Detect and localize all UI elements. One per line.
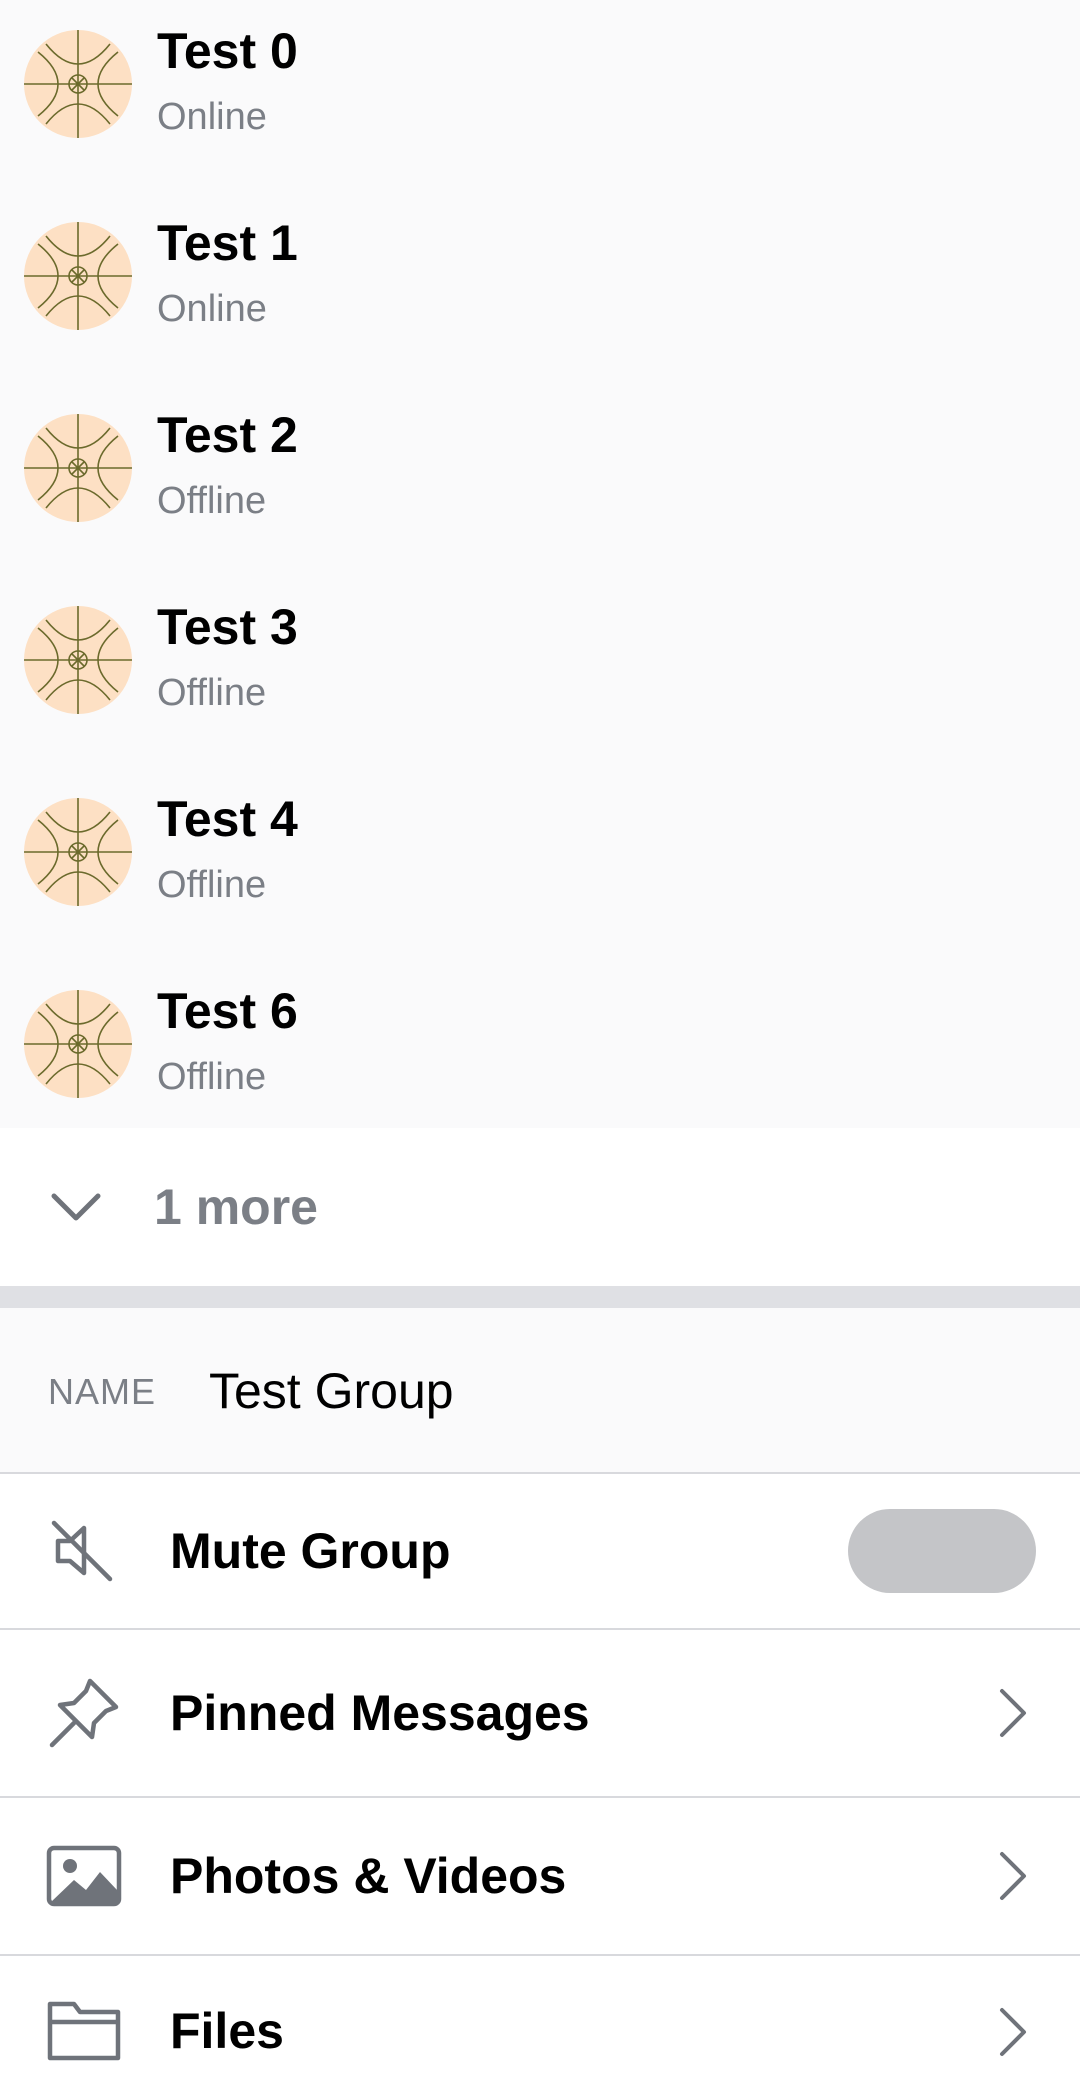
mute-group-label: Mute Group <box>170 1523 451 1579</box>
member-status: Offline <box>157 672 267 714</box>
member-name: Test 0 <box>157 23 298 79</box>
files-row[interactable]: Files <box>0 1956 1080 2100</box>
member-status: Online <box>157 96 267 138</box>
member-row[interactable]: Test 0 Online <box>0 0 1080 192</box>
member-name: Test 2 <box>157 407 298 463</box>
member-list: Test 0 Online Test 1 Online Test 2 Offli… <box>0 0 1080 1128</box>
member-name: Test 4 <box>157 791 298 847</box>
avatar-pattern-icon <box>24 414 132 522</box>
avatar-pattern-icon <box>24 30 132 138</box>
member-name: Test 1 <box>157 215 298 271</box>
member-status: Offline <box>157 1056 267 1098</box>
group-name-value: Test Group <box>209 1363 454 1419</box>
muted-speaker-icon <box>44 1511 124 1591</box>
chevron-right-icon <box>1000 1689 1026 1737</box>
section-divider <box>0 1286 1080 1308</box>
show-more-label: 1 more <box>154 1179 318 1235</box>
chevron-right-icon <box>1000 1852 1026 1900</box>
group-name-field[interactable]: NAME Test Group <box>0 1308 1080 1474</box>
member-row[interactable]: Test 6 Offline <box>0 960 1080 1152</box>
avatar <box>24 30 132 138</box>
show-more-button[interactable]: 1 more <box>0 1128 1080 1286</box>
folder-icon <box>44 1990 124 2070</box>
mute-toggle[interactable] <box>848 1509 1036 1593</box>
files-label: Files <box>170 2003 284 2059</box>
pin-icon <box>44 1673 124 1753</box>
photos-videos-row[interactable]: Photos & Videos <box>0 1798 1080 1956</box>
avatar-pattern-icon <box>24 798 132 906</box>
avatar <box>24 222 132 330</box>
avatar <box>24 990 132 1098</box>
member-name: Test 6 <box>157 983 298 1039</box>
mute-group-row[interactable]: Mute Group <box>0 1474 1080 1630</box>
member-status: Offline <box>157 480 267 522</box>
member-row[interactable]: Test 2 Offline <box>0 384 1080 576</box>
avatar-pattern-icon <box>24 222 132 330</box>
pinned-messages-row[interactable]: Pinned Messages <box>0 1630 1080 1798</box>
image-icon <box>44 1836 124 1916</box>
member-status: Online <box>157 288 267 330</box>
photos-videos-label: Photos & Videos <box>170 1848 567 1904</box>
avatar <box>24 798 132 906</box>
chevron-right-icon <box>1000 2008 1026 2056</box>
member-row[interactable]: Test 3 Offline <box>0 576 1080 768</box>
avatar <box>24 606 132 714</box>
member-row[interactable]: Test 1 Online <box>0 192 1080 384</box>
chevron-down-icon <box>51 1193 101 1221</box>
avatar <box>24 414 132 522</box>
group-name-label: NAME <box>48 1371 157 1412</box>
member-row[interactable]: Test 4 Offline <box>0 768 1080 960</box>
avatar-pattern-icon <box>24 606 132 714</box>
member-status: Offline <box>157 864 267 906</box>
pinned-messages-label: Pinned Messages <box>170 1685 590 1741</box>
avatar-pattern-icon <box>24 990 132 1098</box>
member-name: Test 3 <box>157 599 298 655</box>
